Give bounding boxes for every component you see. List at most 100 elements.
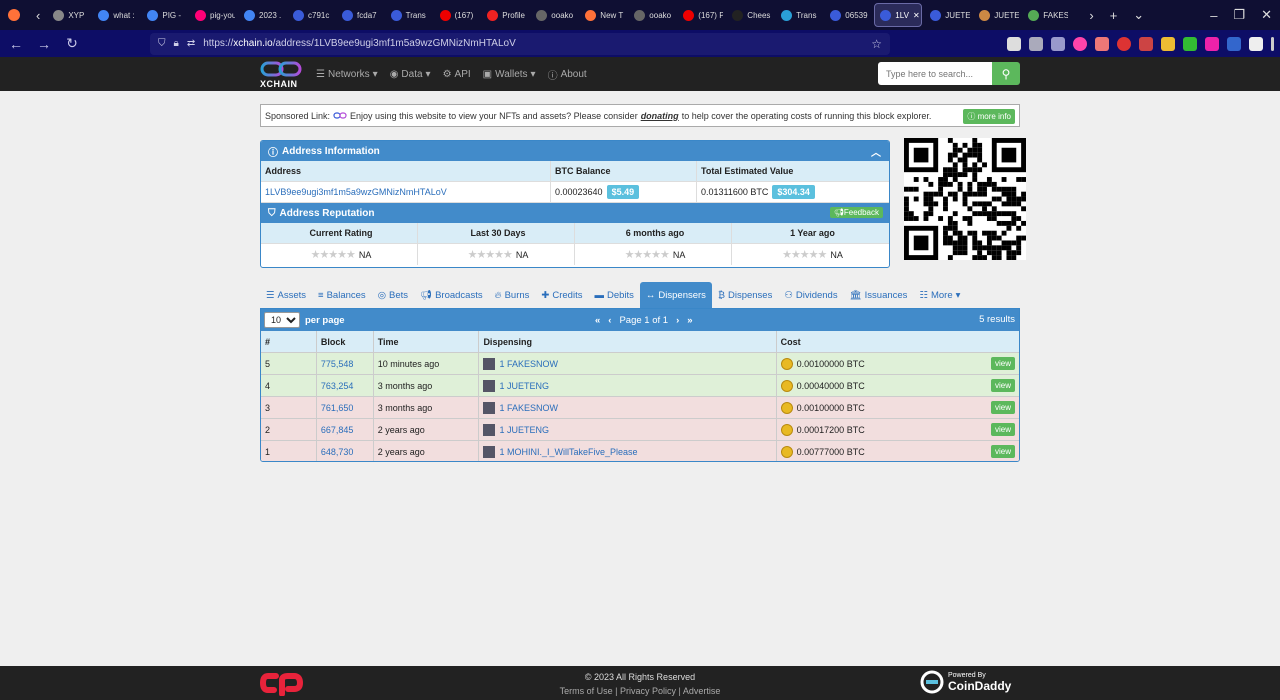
list-tabs-icon[interactable]: ⌄ <box>1125 3 1152 27</box>
bank-icon: 🏛︎ <box>849 289 862 301</box>
browser-tab[interactable]: (167) PLAYING <box>678 3 724 27</box>
tab-broadcasts[interactable]: 📢︎ Broadcasts <box>414 282 489 308</box>
new-tab-icon[interactable]: + <box>1102 3 1126 27</box>
tab-scroll-left-icon[interactable]: ‹ <box>28 3 48 27</box>
browser-tab[interactable]: Profile <box>482 3 528 27</box>
browser-tab[interactable]: ooako <box>629 3 675 27</box>
tab-scroll-right-icon[interactable]: › <box>1081 3 1101 27</box>
search-input[interactable] <box>878 62 992 85</box>
forward-icon[interactable]: → <box>30 36 58 52</box>
asset-link[interactable]: 1 FAKESNOW <box>499 403 558 413</box>
tab-dispenses[interactable]: ₿ Dispenses <box>712 282 778 308</box>
asset-link[interactable]: 1 JUETENG <box>499 425 549 435</box>
extensions-puzzle-icon[interactable] <box>1249 36 1263 51</box>
browser-tab[interactable]: JUETE <box>974 3 1020 27</box>
browser-tab[interactable]: New T <box>580 3 626 27</box>
block-link[interactable]: 761,650 <box>321 403 354 413</box>
browser-tab[interactable]: Trans <box>776 3 822 27</box>
browser-tab[interactable]: Chees <box>727 3 773 27</box>
close-tab-icon[interactable]: ✕ <box>913 11 920 20</box>
collapse-chevron-icon[interactable]: ︿ <box>871 144 881 159</box>
feedback-button[interactable]: 📢︎Feedback <box>829 207 883 218</box>
block-link[interactable]: 667,845 <box>321 425 354 435</box>
xchain-logo[interactable]: XCHAIN <box>260 60 305 89</box>
first-page-icon[interactable]: « <box>595 315 600 326</box>
next-page-icon[interactable]: › <box>676 315 679 326</box>
address-bar[interactable]: ⛉ 🔒︎ ⇄ https://xchain.io/address/1LVB9ee… <box>150 32 890 55</box>
menu-about[interactable]: ⓘ About <box>548 67 587 82</box>
view-button[interactable]: view <box>990 401 1015 414</box>
extension-icon[interactable] <box>1205 36 1219 51</box>
extension-icon[interactable] <box>1227 36 1241 51</box>
qr-module <box>1021 177 1026 182</box>
view-button[interactable]: view <box>990 423 1015 436</box>
download-icon[interactable] <box>1051 36 1065 51</box>
menu-api[interactable]: ⚙ API <box>443 69 471 80</box>
browser-tab[interactable]: 2023 . <box>239 3 285 27</box>
browser-tab[interactable]: (167) <box>435 3 480 27</box>
close-window-icon[interactable]: ✕ <box>1253 3 1280 27</box>
menu-data[interactable]: ◉ Data ▾ <box>390 69 431 80</box>
asset-link[interactable]: 1 FAKESNOW <box>499 359 558 369</box>
browser-tab[interactable]: what : <box>93 3 139 27</box>
browser-tab[interactable]: ooako <box>531 3 577 27</box>
tab-dividends[interactable]: ⚇ Dividends <box>778 282 843 308</box>
view-button[interactable]: view <box>990 357 1015 370</box>
more-info-button[interactable]: ⓘ more info <box>963 109 1015 124</box>
extension-icon[interactable] <box>1183 36 1197 51</box>
block-link[interactable]: 763,254 <box>321 381 354 391</box>
bookmark-star-icon[interactable]: ☆ <box>871 37 882 51</box>
tab-issuances[interactable]: 🏛︎ Issuances <box>844 282 914 308</box>
browser-tab[interactable]: pig-youn <box>190 3 236 27</box>
browser-tab[interactable]: PIG - <box>142 3 187 27</box>
tab-bets[interactable]: ◎ Bets <box>372 282 414 308</box>
firefox-menu-icon[interactable] <box>0 3 28 27</box>
screenshot-icon[interactable] <box>1007 36 1021 51</box>
extension-icon[interactable] <box>1117 36 1131 51</box>
metamask-icon[interactable] <box>1095 36 1109 51</box>
tab-burns[interactable]: 🔥︎ Burns <box>489 282 536 308</box>
back-icon[interactable]: ← <box>2 36 30 52</box>
browser-tab[interactable]: JUETE <box>925 3 971 27</box>
asset-link[interactable]: 1 MOHINI._I_WillTakeFive_Please <box>499 447 637 457</box>
browser-tab[interactable]: c791c <box>288 3 334 27</box>
extension-icon[interactable] <box>1161 36 1175 51</box>
view-button[interactable]: view <box>990 379 1015 392</box>
extension-icon[interactable] <box>1073 36 1087 51</box>
browser-tab[interactable]: 06539 <box>825 3 871 27</box>
coindaddy-brand[interactable]: Powered By CoinDaddy <box>920 670 1011 694</box>
tab-more[interactable]: ☷ More ▾ <box>913 282 966 308</box>
prev-page-icon[interactable]: ‹ <box>608 315 611 326</box>
address-link[interactable]: 1LVB9ee9ugi3mf1m5a9wzGMNizNmHTALoV <box>265 187 447 197</box>
browser-tab[interactable]: FAKES <box>1023 3 1069 27</box>
menu-wallets[interactable]: ▣ Wallets ▾ <box>483 69 536 80</box>
tab-credits[interactable]: ✚ Credits <box>535 282 588 308</box>
view-button[interactable]: view <box>990 445 1015 458</box>
asset-link[interactable]: 1 JUETENG <box>499 381 549 391</box>
browser-tab[interactable]: XYP <box>48 3 90 27</box>
block-link[interactable]: 648,730 <box>321 447 354 457</box>
tab-assets[interactable]: ☰ Assets <box>260 282 312 308</box>
per-page-select[interactable]: 100 <box>264 312 300 328</box>
terms-link[interactable]: Terms of Use <box>560 686 613 696</box>
restore-icon[interactable]: ❐ <box>1225 3 1253 27</box>
tab-balances[interactable]: ≡ Balances <box>312 282 372 308</box>
reload-icon[interactable]: ↻ <box>58 35 86 52</box>
last-page-icon[interactable]: » <box>687 315 692 326</box>
row-number: 5 <box>265 358 271 369</box>
search-button[interactable]: ⚲ <box>992 62 1020 85</box>
donate-link[interactable]: donating <box>641 111 679 121</box>
minimize-icon[interactable]: – <box>1202 3 1225 27</box>
menu-networks[interactable]: ☰ Networks ▾ <box>316 69 378 80</box>
block-link[interactable]: 775,548 <box>321 359 354 369</box>
browser-tab[interactable]: fcda7 <box>337 3 383 27</box>
extension-icon[interactable] <box>1139 36 1153 51</box>
browser-tab[interactable]: Trans <box>386 3 432 27</box>
browser-tab[interactable]: 1LV ✕ <box>874 3 923 27</box>
pocket-icon[interactable] <box>1029 36 1043 51</box>
menu-icon[interactable] <box>1271 36 1274 51</box>
advertise-link[interactable]: Advertise <box>683 686 721 696</box>
privacy-link[interactable]: Privacy Policy <box>620 686 676 696</box>
tab-dispensers[interactable]: ↔ Dispensers <box>639 282 712 308</box>
tab-debits[interactable]: ▬ Debits <box>588 282 639 308</box>
